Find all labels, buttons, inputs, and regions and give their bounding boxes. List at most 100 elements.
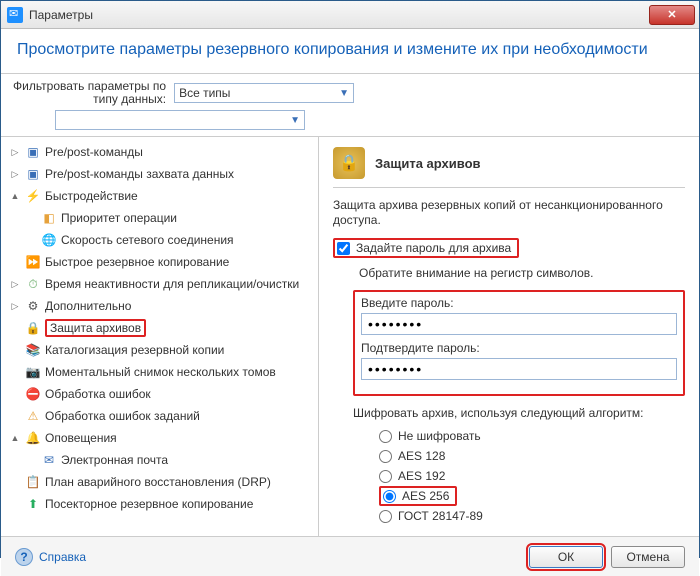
lock-icon: 🔒 [25,320,41,336]
tree-item[interactable]: ▷ ⚙ Дополнительно [1,295,318,317]
speed-icon: ⚡ [25,188,41,204]
help-link[interactable]: ? Справка [15,548,521,566]
task-icon: ⚠ [25,408,41,424]
filter-secondary-combo[interactable]: ▼ [55,110,305,130]
header: Просмотрите параметры резервного копиров… [1,29,699,74]
algo-radio-label: AES 192 [398,469,445,483]
panel-description: Защита архива резервных копий от несанкц… [333,198,685,228]
page-heading: Просмотрите параметры резервного копиров… [17,41,683,59]
tree-item[interactable]: ▷▣Pre/post-команды [1,141,318,163]
expand-icon[interactable]: ▲ [9,433,21,443]
expand-icon[interactable]: ▷ [9,147,21,158]
tree-item[interactable]: 📷 Моментальный снимок нескольких томов [1,361,318,383]
fast-icon: ⏩ [25,254,41,270]
algo-radio[interactable] [379,450,392,463]
cmd-icon: ▣ [25,166,41,182]
tree-item[interactable]: 🌐 Скорость сетевого соединения [1,229,318,251]
tree-item[interactable]: ▷ ▣ Pre/post-команды захвата данных [1,163,318,185]
expand-icon[interactable]: ▷ [9,301,21,312]
tree-item[interactable]: 🔒Защита архивов [1,317,318,339]
tree-item[interactable]: ✉Электронная почта [1,449,318,471]
algo-label: Шифровать архив, используя следующий алг… [353,406,685,420]
password-box: Введите пароль: Подтвердите пароль: [353,290,685,396]
tree-item-label: Приоритет операции [61,211,177,225]
drp-icon: 📋 [25,474,41,490]
filter-type-combo[interactable]: Все типы ▼ [174,83,354,103]
filter-type-value: Все типы [179,86,230,100]
tree-item-label: Pre/post-команды [45,145,143,159]
time-icon: ⏱ [25,276,41,292]
algo-radios: Не шифровать AES 128 AES 192 AES 256 ГОСТ 28… [379,426,685,526]
filter-bar-2: ▼ [1,110,699,136]
tree-item-label: Моментальный снимок нескольких томов [45,365,276,379]
algo-radio-row[interactable]: AES 128 [379,446,685,466]
cancel-button[interactable]: Отмена [611,546,685,568]
encryption-algo: Шифровать архив, используя следующий алг… [353,406,685,526]
tree-item-label: Время неактивности для репликации/очистк… [45,277,299,291]
tree-item[interactable]: ⬆Посекторное резервное копирование [1,493,318,515]
tree-item[interactable]: ⏩Быстрое резервное копирование [1,251,318,273]
algo-radio-row[interactable]: AES 256 [379,486,457,506]
app-icon [7,7,23,23]
tree-item-label: Защита архивов [45,319,146,337]
algo-radio-row[interactable]: Не шифровать [379,426,685,446]
algo-radio[interactable] [379,470,392,483]
panel-header: Защита архивов [333,147,685,188]
filter-label: Фильтровать параметры по типу данных: [13,80,166,106]
tree-item-label: Обработка ошибок [45,387,151,401]
ok-button[interactable]: ОК [529,546,603,568]
password-input[interactable] [361,313,677,335]
tree-item[interactable]: ▷ ⏱ Время неактивности для репликации/очис… [1,273,318,295]
tree-item-label: Обработка ошибок заданий [45,409,200,423]
tree-item-label: Оповещения [45,431,117,445]
tree-item-label: Посекторное резервное копирование [45,497,253,511]
help-icon: ? [15,548,33,566]
settings-panel: Защита архивов Защита архива резервных к… [319,137,699,536]
tree-item-label: Pre/post-команды захвата данных [45,167,234,181]
set-password-checkbox-row[interactable]: Задайте пароль для архива [333,238,519,258]
tree-item[interactable]: ▲🔔Оповещения [1,427,318,449]
more-icon: ⚙ [25,298,41,314]
tree-item-label: Дополнительно [45,299,131,313]
tree-item-label: План аварийного восстановления (DRP) [45,475,271,489]
expand-icon[interactable]: ▷ [9,279,21,290]
algo-radio-label: AES 256 [402,489,449,503]
tree-item-label: Скорость сетевого соединения [61,233,234,247]
tree-item[interactable]: ⛔Обработка ошибок [1,383,318,405]
algo-radio-label: Не шифровать [398,429,481,443]
tree-item[interactable]: ◧ Приоритет операции [1,207,318,229]
algo-radio-row[interactable]: AES 192 [379,466,685,486]
snap-icon: 📷 [25,364,41,380]
window-title: Параметры [29,8,649,22]
algo-radio[interactable] [379,510,392,523]
filter-bar: Фильтровать параметры по типу данных: Вс… [1,74,699,110]
algo-radio[interactable] [383,490,396,503]
tree-item-label: Каталогизация резервной копии [45,343,224,357]
algo-radio-label: AES 128 [398,449,445,463]
shield-lock-icon [333,147,365,179]
expand-icon[interactable]: ▷ [9,169,21,180]
mail-icon: ✉ [41,452,57,468]
footer: ? Справка ОК Отмена [1,536,699,576]
tree-item[interactable]: ⚠ Обработка ошибок заданий [1,405,318,427]
confirm-password-input[interactable] [361,358,677,380]
tree-item[interactable]: 📚 Каталогизация резервной копии [1,339,318,361]
tree-item[interactable]: 📋 План аварийного восстановления (DRP) [1,471,318,493]
chevron-down-icon: ▼ [290,115,300,126]
help-label: Справка [39,550,86,564]
algo-radio-row[interactable]: ГОСТ 28147-89 [379,506,685,526]
tree-item[interactable]: ▲ ⚡ Быстродействие [1,185,318,207]
close-button[interactable]: ✕ [649,5,695,25]
settings-tree[interactable]: ▷▣Pre/post-команды▷▣Pre/post-команды зах… [1,137,319,536]
confirm-password-label: Подтвердите пароль: [361,341,677,355]
set-password-checkbox[interactable] [337,242,350,255]
set-password-label: Задайте пароль для архива [356,241,511,255]
expand-icon[interactable]: ▲ [9,191,21,201]
algo-radio[interactable] [379,430,392,443]
algo-radio-label: ГОСТ 28147-89 [398,509,483,523]
net-icon: 🌐 [41,232,57,248]
prio-icon: ◧ [41,210,57,226]
tree-item-label: Быстродействие [45,189,138,203]
password-label: Введите пароль: [361,296,677,310]
book-icon: 📚 [25,342,41,358]
